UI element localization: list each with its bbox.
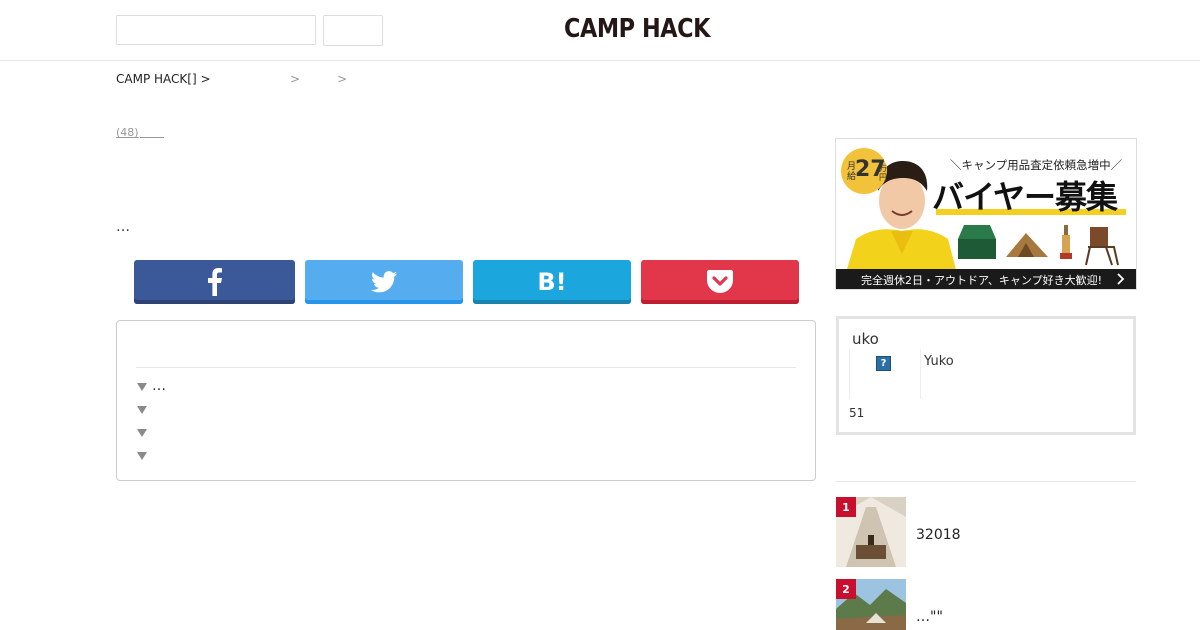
toc-arrow-icon [137, 383, 147, 391]
author-name-heading[interactable]: uko [852, 330, 879, 348]
toc-arrow-icon [137, 429, 147, 437]
ranking-title[interactable]: …"" [916, 609, 943, 625]
ad-headline-small: ＼キャンプ用品査定依頼急増中／ [950, 158, 1123, 172]
facebook-icon [207, 268, 222, 296]
camping-gear-icon [958, 225, 1119, 266]
toc-divider [136, 367, 796, 368]
share-twitter-button[interactable] [305, 260, 463, 304]
breadcrumb-separator: > [337, 72, 348, 86]
article-count-link[interactable]: (48) [116, 126, 139, 139]
pocket-icon [707, 270, 733, 293]
ad-badge-unit: 万円 [879, 164, 887, 182]
ad-footer-text: 完全週休2日・アウトドア、キャンプ好き大歓迎! [861, 274, 1102, 287]
table-of-contents [116, 320, 816, 481]
share-hatena-button[interactable]: B! [473, 260, 631, 304]
site-logo[interactable]: CAMP HACK [564, 14, 710, 44]
sidebar-divider [836, 481, 1136, 482]
article-lead-text: … [116, 219, 130, 235]
author-article-count: 51 [849, 406, 865, 420]
breadcrumb: CAMP HACK[] > [116, 72, 211, 86]
toc-arrow-icon [137, 452, 147, 460]
search-button[interactable] [323, 15, 383, 46]
link-underline [140, 137, 164, 138]
toc-item[interactable]: … [152, 378, 166, 394]
search-input[interactable] [116, 15, 316, 45]
ranking-title[interactable]: 32018 [916, 527, 961, 543]
breadcrumb-home-link[interactable]: CAMP HACK[] > [116, 72, 211, 86]
breadcrumb-separator: > [290, 72, 301, 86]
ranking-badge: 2 [836, 579, 856, 599]
share-facebook-button[interactable] [134, 260, 295, 304]
share-pocket-button[interactable] [641, 260, 799, 304]
ad-headline: バイヤー募集 [932, 178, 1118, 216]
toc-arrow-icon [137, 406, 147, 414]
ranking-badge: 1 [836, 497, 856, 517]
buyer-recruit-ad-banner[interactable]: 月給 27 万円 ＼キャンプ用品査定依頼急増中／ バイヤー募集 完全週休2日・ア… [836, 139, 1136, 289]
chevron-right-icon [1117, 273, 1125, 285]
broken-image-icon: ? [876, 356, 891, 371]
hatena-bookmark-icon: B! [537, 268, 567, 296]
author-name[interactable]: Yuko [924, 354, 954, 369]
twitter-icon [371, 271, 397, 293]
